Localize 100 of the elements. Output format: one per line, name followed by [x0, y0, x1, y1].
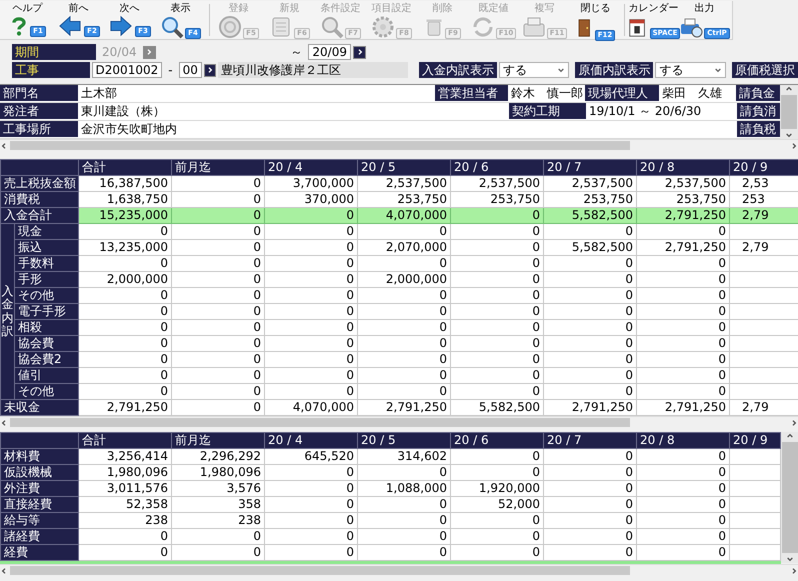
row-header: 売上税抜金額 [0, 176, 78, 192]
table-cell: 0 [172, 208, 264, 224]
table-cell: 0 [264, 272, 358, 288]
row-header: 手数料 [14, 256, 78, 272]
table-cell: 0 [544, 288, 636, 304]
table-cell: 0 [450, 304, 544, 320]
table-cell: 1,980,096 [172, 464, 264, 480]
table-cell: 0 [636, 288, 730, 304]
row-header: 入金合計 [0, 208, 78, 224]
table-cell: 0 [172, 336, 264, 352]
table-cell: 0 [636, 496, 730, 512]
table-cell: 3,576 [172, 480, 264, 496]
field-label: 原価内訳表示 [575, 62, 654, 78]
input-field[interactable]: 20/09 [308, 44, 351, 60]
row-header: 値引 [14, 368, 78, 384]
table-cell: 0 [264, 208, 358, 224]
table-cell: 0 [172, 528, 264, 544]
table-cell: 3,700,000 [264, 176, 358, 192]
picker-button[interactable] [204, 64, 216, 76]
table-cell: 0 [636, 448, 730, 464]
chevron-icon [356, 48, 364, 56]
table-cell: 0 [450, 320, 544, 336]
table-cell: 0 [78, 528, 172, 544]
table-cell: 2,791,250 [636, 240, 730, 256]
table-cell: 0 [172, 256, 264, 272]
column-header: 20 / 5 [358, 432, 450, 448]
row-header: 振込 [14, 240, 78, 256]
project-name: 豊頃川改修護岸２工区 [218, 62, 408, 78]
horizontal-scrollbar[interactable] [0, 564, 798, 576]
field-value: 鈴木 慎一郎 [510, 85, 584, 101]
input-field[interactable]: D2001002 [92, 62, 162, 78]
table-cell: 0 [358, 528, 450, 544]
table-cell: 0 [450, 240, 544, 256]
table-cell: 0 [450, 272, 544, 288]
picker-button[interactable] [353, 46, 366, 58]
horizontal-scrollbar[interactable] [0, 416, 798, 428]
table-cell: 0 [264, 496, 358, 512]
select-field[interactable]: する [498, 62, 570, 78]
table-cell: 2,79 [730, 208, 798, 224]
table-cell: 0 [450, 384, 544, 400]
table-cell: 16,387,500 [78, 176, 172, 192]
row-header: 給与等 [0, 512, 78, 528]
row-header: その他 [14, 384, 78, 400]
table-cell: 0 [264, 480, 358, 496]
table-cell: 0 [78, 336, 172, 352]
table-cell: 0 [544, 448, 636, 464]
table-cell: 0 [450, 224, 544, 240]
row-header: 手形 [14, 272, 78, 288]
table-cell: 0 [358, 512, 450, 528]
row-header: 協会費2 [14, 352, 78, 368]
table-cell: 0 [544, 528, 636, 544]
table-cell: 0 [358, 320, 450, 336]
magnifier-icon [320, 15, 344, 39]
table-cell: 0 [636, 384, 730, 400]
table-cell: 0 [264, 320, 358, 336]
table-cell: 0 [450, 208, 544, 224]
table-cell: 0 [172, 384, 264, 400]
table-cell: 0 [78, 384, 172, 400]
table-cell: 0 [544, 272, 636, 288]
field-label: 請負金 [736, 85, 780, 101]
table-cell: 5,582,500 [544, 208, 636, 224]
table-cell: 3,256,414 [78, 448, 172, 464]
field-label: 入金内訳表示 [418, 62, 497, 78]
table-cell: 0 [544, 352, 636, 368]
table-cell: 0 [78, 352, 172, 368]
vertical-scrollbar[interactable] [780, 85, 798, 139]
table-cell: 0 [264, 384, 358, 400]
table-cell: 0 [172, 368, 264, 384]
scroll-up-icon [786, 432, 794, 440]
table-cell: 0 [78, 288, 172, 304]
table-cell: 0 [450, 512, 544, 528]
table-cell: 0 [636, 320, 730, 336]
row-header: 相殺 [14, 320, 78, 336]
field-label: 原価税選択 [732, 62, 798, 78]
table-cell: 0 [264, 336, 358, 352]
horizontal-scrollbar[interactable] [0, 139, 798, 151]
table-cell: 3,011,576 [78, 480, 172, 496]
table-cell: 238 [172, 512, 264, 528]
table-cell: 0 [544, 464, 636, 480]
code-separator: - [168, 63, 173, 77]
table-cell: 0 [450, 448, 544, 464]
refresh-icon [470, 15, 495, 39]
table-cell: 2,000,000 [78, 272, 172, 288]
field-label: 工事場所 [0, 121, 78, 137]
table-cell: 0 [358, 256, 450, 272]
table-cell: 0 [544, 224, 636, 240]
table-cell: 0 [358, 224, 450, 240]
row-header: 電子手形 [14, 304, 78, 320]
select-field[interactable]: する [655, 62, 726, 78]
scroll-right-icon [790, 418, 798, 426]
table-cell: 0 [78, 256, 172, 272]
table-cell: 0 [264, 304, 358, 320]
table-cell: 0 [544, 368, 636, 384]
table-cell: 0 [264, 224, 358, 240]
table-cell: 0 [544, 256, 636, 272]
table-cell: 0 [636, 528, 730, 544]
row-header: 未収金 [0, 400, 78, 416]
input-field[interactable]: 00 [178, 62, 202, 78]
row-header: 外注費 [0, 480, 78, 496]
vertical-scrollbar[interactable] [781, 432, 798, 563]
